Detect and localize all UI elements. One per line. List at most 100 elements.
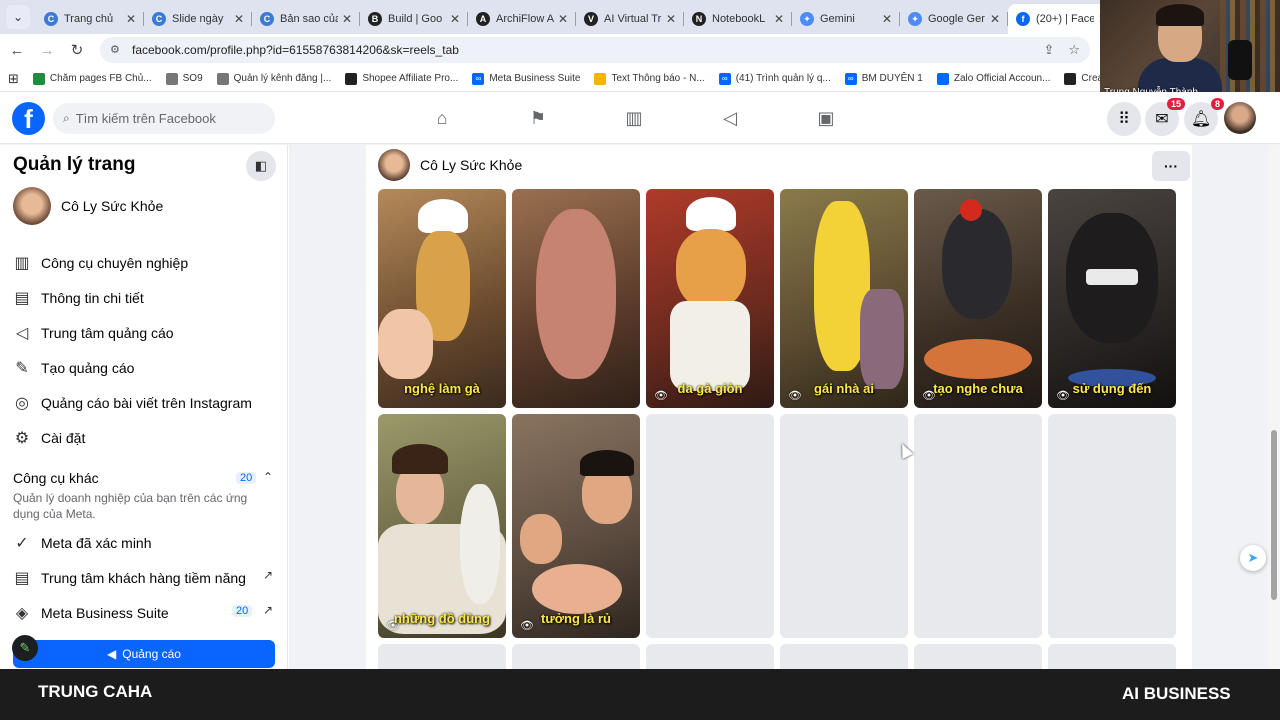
bookmark-item[interactable]: Shopee Affiliate Pro... [345, 72, 458, 85]
reel-thumbnail[interactable]: nghệ làm gà [378, 189, 506, 408]
sidebar-item-label: Công cụ chuyên nghiệp [41, 255, 189, 271]
facebook-logo-icon[interactable]: f [12, 102, 45, 135]
bookmark-item[interactable]: ∞ BM DUYÊN 1 [844, 72, 923, 85]
menu-grid-icon[interactable]: ⠿ [1107, 102, 1141, 136]
sidebar-item-label: Tạo quảng cáo [41, 360, 135, 376]
close-icon[interactable]: ✕ [882, 12, 892, 26]
sidebar-item-settings[interactable]: ⚙ Cài đặt [12, 428, 86, 448]
sidebar-title: Quản lý trang [13, 154, 136, 175]
close-icon[interactable]: ✕ [774, 12, 784, 26]
scrollbar-thumb[interactable] [1271, 430, 1277, 600]
sidebar-collapse-icon[interactable]: ◧ [246, 151, 276, 181]
sidebar-item-label: Meta Business Suite [41, 605, 169, 621]
address-bar[interactable]: ⚙ facebook.com/profile.php?id=6155876381… [100, 37, 1090, 63]
home-icon[interactable]: ⌂ [430, 106, 454, 130]
reel-placeholder [780, 414, 908, 638]
reel-thumbnail[interactable]: 👁︎ sử dụng đến [1048, 189, 1176, 408]
close-icon[interactable]: ✕ [126, 12, 136, 26]
close-icon[interactable]: ✕ [450, 12, 460, 26]
sidebar-item-instagram-ads[interactable]: ◎ Quảng cáo bài viết trên Instagram [12, 393, 252, 413]
tab-8[interactable]: ✦ Google Ger ✕ [900, 4, 1008, 34]
back-icon[interactable]: ← [4, 37, 30, 63]
bookmark-item[interactable]: Chăm pages FB Chủ... [32, 72, 152, 85]
close-icon[interactable]: ✕ [990, 12, 1000, 26]
chevron-up-icon[interactable]: ⌃ [263, 470, 273, 484]
notifications-bell-icon[interactable]: 🔔︎ 8 [1184, 98, 1224, 136]
promote-ads-button[interactable]: ◀ Quảng cáo [13, 640, 275, 668]
tab-label: AI Virtual Tr [604, 13, 662, 25]
compose-icon[interactable]: ✎ [12, 635, 38, 661]
reel-thumbnail[interactable] [512, 189, 640, 408]
close-icon[interactable]: ✕ [558, 12, 568, 26]
page-switcher[interactable]: Cô Ly Sức Khỏe [13, 187, 163, 225]
sidebar-item-meta-verified[interactable]: ✓ Meta đã xác minh [12, 533, 151, 553]
facebook-search-input[interactable]: ⌕ Tìm kiếm trên Facebook [53, 103, 275, 134]
reel-thumbnail[interactable]: 👁︎ da gà giòn [646, 189, 774, 408]
site-info-icon[interactable]: ⚙ [110, 43, 124, 57]
install-app-icon[interactable]: ⇪ [1043, 42, 1054, 58]
bookmark-item[interactable]: Zalo Official Accoun... [936, 72, 1050, 85]
messenger-icon[interactable]: ✉ 15 [1145, 98, 1185, 136]
video-banner: TRUNG CAHA AI BUSINESS [0, 669, 1280, 720]
sidebar-item-leads-center[interactable]: ▤ Trung tâm khách hàng tiềm năng [12, 568, 246, 588]
white-object [460, 484, 500, 604]
bookmark-favicon-icon [345, 72, 358, 85]
reload-icon[interactable]: ↻ [64, 37, 90, 63]
telegram-icon[interactable]: ➤ [1240, 545, 1266, 571]
sidebar-item-create-ad[interactable]: ✎ Tạo quảng cáo [12, 358, 134, 378]
bookmark-star-icon[interactable]: ☆ [1068, 42, 1080, 58]
reel-thumbnail[interactable]: 👁︎ tưởng là rủ [512, 414, 640, 638]
tab-favicon-icon: V [584, 12, 598, 26]
bookmark-item[interactable]: ∞ Meta Business Suite [472, 72, 580, 85]
bookmark-item[interactable]: ∞ (41) Trình quản lý q... [718, 72, 831, 85]
tab-2[interactable]: C Bản sao của ✕ [252, 4, 360, 34]
chef-hat [686, 197, 736, 231]
zalo-icon [936, 72, 949, 85]
insights-icon[interactable]: ▥ [622, 106, 646, 130]
reel-thumbnail[interactable]: 👁︎ tạo nghe chưa [914, 189, 1042, 408]
reel-thumbnail[interactable]: 👁︎ những đồ dùng [378, 414, 506, 638]
bookmark-item[interactable]: Quản lý kênh đăng |... [216, 72, 331, 85]
close-icon[interactable]: ✕ [666, 12, 676, 26]
sidebar-item-label: Quảng cáo bài viết trên Instagram [41, 395, 252, 411]
tab-4[interactable]: A ArchiFlow A ✕ [468, 4, 576, 34]
tab-7[interactable]: ✦ Gemini ✕ [792, 4, 900, 34]
flag-icon[interactable]: ⚑ [526, 106, 550, 130]
bookmark-item[interactable]: Text Thông báo - N... [594, 72, 705, 85]
page-scrollbar[interactable] [1268, 145, 1280, 669]
page-header[interactable]: Cô Ly Sức Khỏe [378, 149, 522, 181]
reel-placeholder [1048, 644, 1176, 669]
megaphone-icon[interactable]: ◁ [718, 106, 742, 130]
close-icon[interactable]: ✕ [342, 12, 352, 26]
sidebar-item-pro-tools[interactable]: ▥ Công cụ chuyên nghiệp [12, 253, 188, 273]
reel-caption: tưởng là rủ [541, 611, 611, 626]
bookmark-favicon-icon [594, 72, 607, 85]
reel-placeholder [1048, 414, 1176, 638]
tab-favicon-icon: C [152, 12, 166, 26]
sidebar-item-insights[interactable]: ▤ Thông tin chi tiết [12, 288, 143, 308]
boy-character [520, 514, 562, 564]
external-link-icon: ↗ [263, 603, 274, 617]
close-icon[interactable]: ✕ [234, 12, 244, 26]
tab-6[interactable]: N NotebookL ✕ [684, 4, 792, 34]
tab-0[interactable]: C Trang chủ ✕ [36, 4, 144, 34]
tab-search-icon[interactable]: ⌄ [6, 5, 30, 29]
rooster-comb [960, 199, 982, 221]
search-placeholder: Tìm kiếm trên Facebook [75, 111, 216, 126]
forward-icon[interactable]: → [34, 37, 60, 63]
sidebar-item-ad-center[interactable]: ◁ Trung tâm quảng cáo [12, 323, 174, 343]
tab-5[interactable]: V AI Virtual Tr ✕ [576, 4, 684, 34]
reel-thumbnail[interactable]: 👁︎ gái nhà ai [780, 189, 908, 408]
more-options-icon[interactable]: ··· [1152, 151, 1190, 181]
sidebar-item-business-suite[interactable]: ◈ Meta Business Suite [12, 603, 169, 623]
meta-business-icon: ◈ [15, 605, 29, 622]
apps-icon[interactable]: ⊞ [8, 71, 19, 87]
reels-icon[interactable]: ▣ [814, 106, 838, 130]
banner-right-text: AI BUSINESS [1122, 684, 1231, 703]
page-name: Cô Ly Sức Khỏe [420, 157, 523, 173]
bookmark-item[interactable]: SO9 [165, 72, 203, 85]
profile-avatar[interactable] [1224, 102, 1256, 134]
megaphone-icon: ◀ [107, 647, 117, 661]
tab-3[interactable]: B Build | Goo ✕ [360, 4, 468, 34]
tab-1[interactable]: C Slide ngày ✕ [144, 4, 252, 34]
